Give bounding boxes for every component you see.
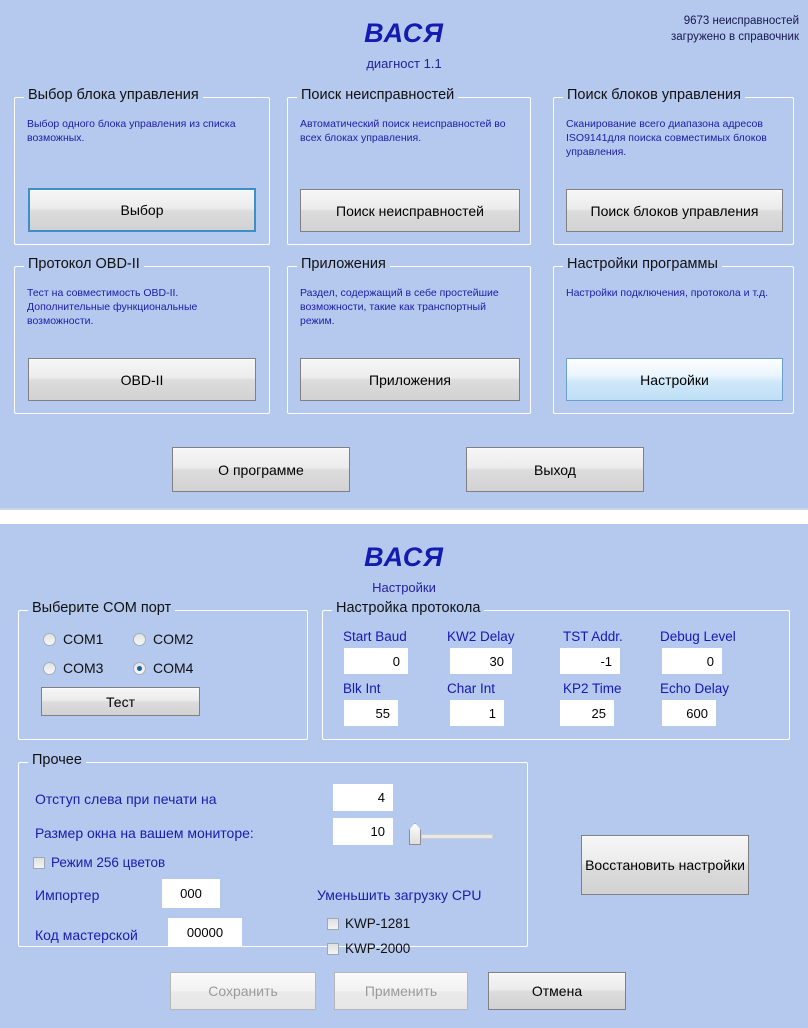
checkbox-kwp-1281-label: KWP-1281 [345,916,411,931]
checkbox-256-colors-label: Режим 256 цветов [51,855,166,870]
panel-ecu-scan-description: Сканирование всего диапазона адресов ISO… [566,118,767,158]
panel-ecu-scan: Поиск блоков управления Сканирование все… [553,87,794,245]
radio-com3-label: COM3 [63,660,104,676]
com-port-group-legend: Выберите COM порт [28,600,176,616]
checkbox-kwp-1281-icon[interactable] [327,917,339,930]
label-char-int: Char Int [447,681,496,696]
panel-obd2-description: Тест на совместимость OBD-II. Дополнител… [27,287,198,327]
settings-app-title: ВАСЯ [364,542,444,572]
checkbox-kwp-1281[interactable]: KWP-1281 [327,916,410,931]
cpu-load-label: Уменьшить загрузку CPU [317,887,482,903]
print-offset-input[interactable]: 4 [334,785,392,810]
apps-button[interactable]: Приложения [300,358,520,401]
importer-label: Импортер [35,887,100,903]
input-start-baud[interactable]: 0 [345,649,407,673]
protocol-group: Настройка протокола Start Baud KW2 Delay… [322,600,790,740]
window-gap-divider [0,508,808,524]
radio-com1-label: COM1 [63,631,104,647]
protocol-group-legend: Настройка протокола [332,600,485,616]
label-echo-delay: Echo Delay [660,681,730,696]
label-tst-addr: TST Addr. [563,629,623,644]
radio-com3-icon[interactable] [43,661,56,675]
radio-com4[interactable]: COM4 [133,660,193,676]
label-kp2-time: KP2 Time [563,681,622,696]
label-blk-int: Blk Int [343,681,381,696]
panel-select-ecu-description: Выбор одного блока управления из списка … [27,118,236,144]
radio-com4-label: COM4 [153,660,194,676]
exit-button[interactable]: Выход [466,447,644,492]
checkbox-kwp-2000-icon[interactable] [327,942,339,955]
select-ecu-button[interactable]: Выбор [28,188,256,232]
panel-select-ecu-legend: Выбор блока управления [24,87,203,103]
input-debug-level[interactable]: 0 [663,649,721,673]
panel-ecu-scan-legend: Поиск блоков управления [563,87,745,103]
settings-window: ВАСЯ Настройки Выберите COM порт COM1 CO… [0,524,808,1028]
label-kw2-delay: KW2 Delay [447,629,515,644]
panel-apps-description: Раздел, содержащий в себе простейшие воз… [300,287,499,327]
fault-count-line1: 9673 неисправностей [683,15,799,27]
input-echo-delay[interactable]: 600 [663,701,715,725]
checkbox-256-colors-icon[interactable] [33,856,45,869]
save-button[interactable]: Сохранить [170,972,316,1010]
panel-program-settings-legend: Настройки программы [563,256,722,272]
com-port-group: Выберите COM порт COM1 COM2 COM3 COM4 Те… [18,600,308,740]
cancel-button[interactable]: Отмена [488,972,626,1010]
print-offset-label: Отступ слева при печати на [35,791,217,807]
radio-com2-label: COM2 [153,631,194,647]
panel-program-settings: Настройки программы Настройки подключени… [553,256,794,414]
panel-select-ecu: Выбор блока управления Выбор одного блок… [14,87,270,245]
input-char-int[interactable]: 1 [451,701,503,725]
panel-apps: Приложения Раздел, содержащий в себе про… [287,256,531,414]
input-blk-int[interactable]: 55 [345,701,397,725]
label-debug-level: Debug Level [660,629,736,644]
panel-fault-search: Поиск неисправностей Автоматический поис… [287,87,531,245]
about-button[interactable]: О программе [172,447,350,492]
ecu-scan-button[interactable]: Поиск блоков управления [566,189,783,232]
other-group: Прочее Отступ слева при печати на 4 Разм… [18,752,528,956]
window-size-slider[interactable] [409,820,504,848]
apply-button[interactable]: Применить [334,972,468,1010]
settings-app-subtitle: Настройки [372,580,436,595]
label-start-baud: Start Baud [343,629,407,644]
radio-com4-icon[interactable] [133,661,146,675]
workshop-code-label: Код мастерской [35,927,138,943]
fault-count-line2: загружено в справочник [670,31,799,43]
importer-input[interactable]: 000 [163,880,219,907]
restore-settings-button[interactable]: Восстановить настройки [581,835,749,895]
panel-apps-legend: Приложения [297,256,390,272]
fault-search-button[interactable]: Поиск неисправностей [300,189,520,232]
com-test-button[interactable]: Тест [41,687,200,716]
panel-obd2: Протокол OBD-II Тест на совместимость OB… [14,256,270,414]
main-app-subtitle: диагност 1.1 [366,56,442,71]
checkbox-kwp-2000[interactable]: KWP-2000 [327,941,410,956]
radio-com2-icon[interactable] [133,632,146,646]
slider-track[interactable] [421,834,493,839]
workshop-code-input[interactable]: 00000 [169,919,241,946]
input-kp2-time[interactable]: 25 [561,701,613,725]
radio-com3[interactable]: COM3 [43,660,103,676]
main-window: ВАСЯ диагност 1.1 9673 неисправностей за… [0,0,808,516]
radio-com1[interactable]: COM1 [43,631,103,647]
input-kw2-delay[interactable]: 30 [451,649,511,673]
panel-obd2-legend: Протокол OBD-II [24,256,144,272]
other-group-legend: Прочее [28,752,86,768]
radio-com1-icon[interactable] [43,632,56,646]
obd2-button[interactable]: OBD-II [28,358,256,401]
window-size-input[interactable]: 10 [334,819,392,844]
checkbox-kwp-2000-label: KWP-2000 [345,941,411,956]
input-tst-addr[interactable]: -1 [561,649,619,673]
radio-com2[interactable]: COM2 [133,631,193,647]
program-settings-button[interactable]: Настройки [566,358,783,401]
checkbox-256-colors[interactable]: Режим 256 цветов [33,855,165,870]
slider-thumb[interactable] [409,823,421,845]
panel-program-settings-description: Настройки подключения, протокола и т.д. [566,287,769,299]
fault-count-note: 9673 неисправностей загружено в справочн… [671,13,799,45]
panel-fault-search-description: Автоматический поиск неисправностей во в… [300,118,506,144]
panel-fault-search-legend: Поиск неисправностей [297,87,459,103]
window-size-label: Размер окна на вашем мониторе: [35,825,254,841]
divider-line [0,508,808,510]
